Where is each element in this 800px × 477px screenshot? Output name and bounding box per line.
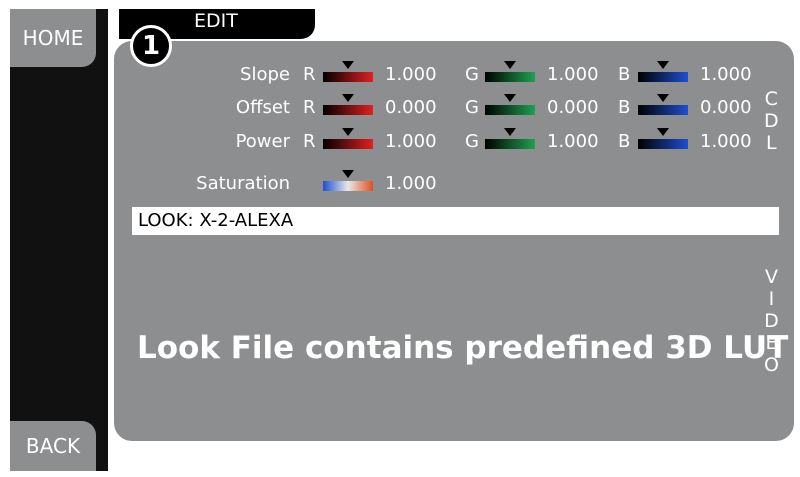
slider-bar [485,72,535,82]
power-r-channel-label: R [303,131,316,152]
slider-marker-icon [504,94,516,102]
slope-r-slider[interactable] [323,61,373,83]
video-letter: O [764,354,779,376]
look-name-field: LOOK: X-2-ALEXA [132,207,779,235]
slider-bar [638,139,688,149]
slider-marker-icon [342,170,354,178]
sidebar [10,9,108,471]
slider-marker-icon [657,128,669,136]
video-letter: I [768,288,775,310]
power-b-channel-label: B [618,131,631,152]
power-label: Power [235,131,290,152]
cdl-panel [114,41,794,441]
power-r-slider[interactable] [323,128,373,150]
slope-g-value: 1.000 [547,64,599,85]
offset-g-channel-label: G [465,97,479,118]
video-letter: D [764,310,779,332]
cdl-side-label: C D L [764,88,779,154]
video-letter: V [764,266,778,288]
power-b-value: 1.000 [700,131,752,152]
offset-g-value: 0.000 [547,97,599,118]
saturation-slider[interactable] [323,170,373,192]
slider-bar [638,72,688,82]
saturation-value: 1.000 [385,173,437,194]
power-r-value: 1.000 [385,131,437,152]
slider-bar [485,105,535,115]
slider-marker-icon [657,94,669,102]
power-g-slider[interactable] [485,128,535,150]
cdl-letter: D [764,110,779,132]
home-button[interactable]: HOME [10,9,96,67]
slider-marker-icon [342,128,354,136]
offset-b-value: 0.000 [700,97,752,118]
power-b-slider[interactable] [638,128,688,150]
video-letter: E [765,332,778,354]
video-side-label: V I D E O [764,266,779,376]
look-file-message: Look File contains predefined 3D LUT [137,330,789,366]
power-g-channel-label: G [465,131,479,152]
slider-marker-icon [657,61,669,69]
saturation-label: Saturation [196,173,290,194]
offset-b-channel-label: B [618,97,631,118]
slope-b-slider[interactable] [638,61,688,83]
slope-b-value: 1.000 [700,64,752,85]
offset-r-slider[interactable] [323,94,373,116]
step-badge: 1 [130,25,172,67]
cdl-letter: C [764,88,778,110]
power-g-value: 1.000 [547,131,599,152]
slope-b-channel-label: B [618,64,631,85]
slope-g-channel-label: G [465,64,479,85]
slider-bar [323,181,373,191]
offset-g-slider[interactable] [485,94,535,116]
cdl-letter: L [766,132,777,154]
slope-g-slider[interactable] [485,61,535,83]
slider-marker-icon [342,61,354,69]
slider-marker-icon [504,128,516,136]
offset-label: Offset [235,97,290,118]
tab-edit-label: EDIT [194,10,238,32]
slider-bar [638,105,688,115]
offset-r-channel-label: R [303,97,316,118]
offset-r-value: 0.000 [385,97,437,118]
slider-bar [323,105,373,115]
slider-bar [323,139,373,149]
back-button[interactable]: BACK [10,421,96,471]
slope-r-value: 1.000 [385,64,437,85]
slider-bar [485,139,535,149]
slider-marker-icon [342,94,354,102]
slope-r-channel-label: R [303,64,316,85]
offset-b-slider[interactable] [638,94,688,116]
slider-marker-icon [504,61,516,69]
slider-bar [323,72,373,82]
slope-label: Slope [240,64,290,85]
